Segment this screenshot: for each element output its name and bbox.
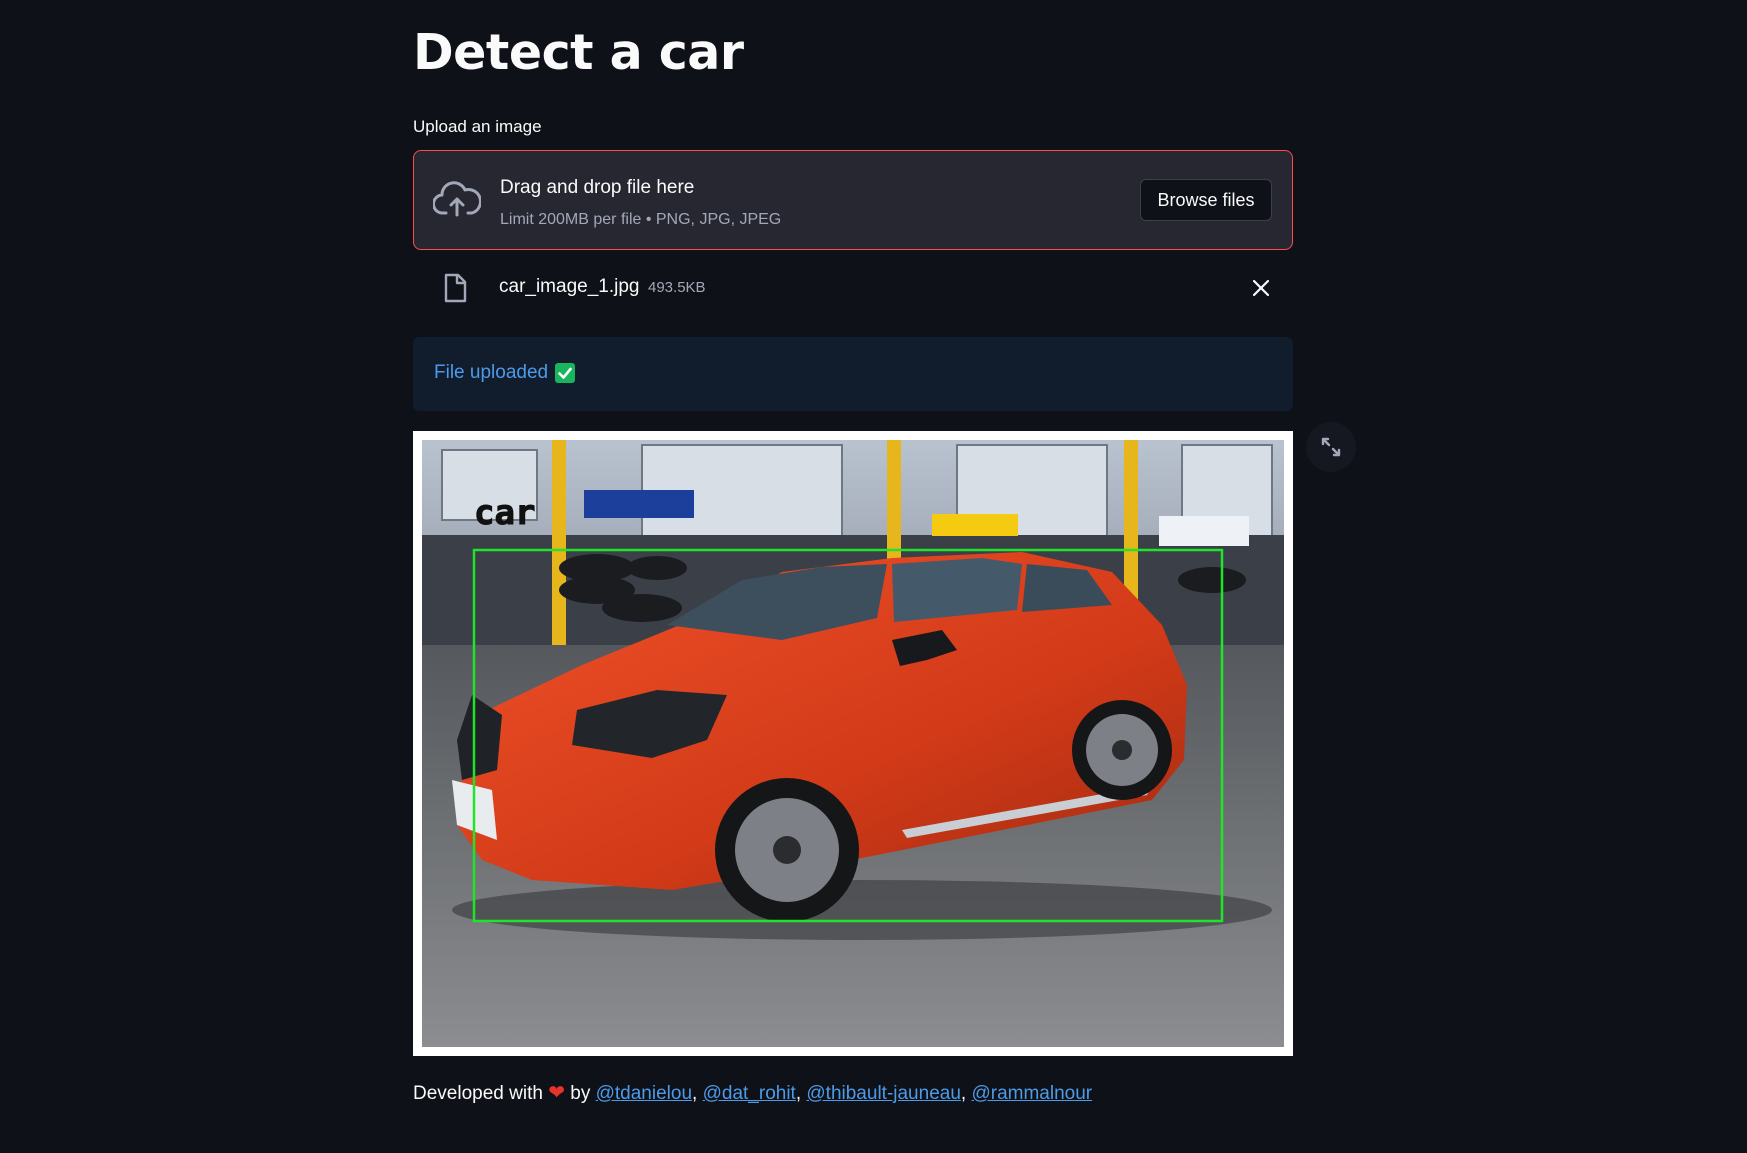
browse-files-button[interactable]: Browse files: [1140, 179, 1272, 221]
footer-separator: ,: [692, 1083, 698, 1104]
file-name: car_image_1.jpg: [499, 276, 640, 297]
footer-prefix: Developed with: [413, 1083, 543, 1104]
result-image: car: [413, 431, 1293, 1056]
file-dropzone[interactable]: Drag and drop file here Limit 200MB per …: [413, 150, 1293, 250]
footer-credits: Developed with ❤ by @tdanielou, @dat_roh…: [413, 1080, 1092, 1105]
uploaded-file-row: car_image_1.jpg 493.5KB: [413, 265, 1293, 310]
page-title: Detect a car: [413, 24, 744, 81]
alert-text: File uploaded: [434, 362, 549, 383]
expand-icon: [1321, 437, 1341, 457]
close-icon[interactable]: [1249, 276, 1273, 300]
author-link-rammalnour[interactable]: @rammalnour: [971, 1083, 1092, 1104]
file-size: 493.5KB: [648, 279, 706, 296]
upload-label: Upload an image: [413, 117, 542, 136]
cloud-upload-icon: [433, 181, 481, 217]
upload-success-alert: File uploaded: [413, 337, 1293, 411]
heart-icon: ❤: [548, 1082, 565, 1104]
file-icon: [444, 273, 467, 303]
detection-label: car: [474, 493, 535, 533]
footer-separator: ,: [960, 1083, 967, 1104]
car-photo: car: [422, 440, 1284, 1047]
fullscreen-button[interactable]: [1306, 422, 1356, 472]
author-link-thibault-jauneau[interactable]: @thibault-jauneau: [806, 1083, 961, 1104]
footer-by: by: [570, 1083, 591, 1104]
dropzone-limits: Limit 200MB per file • PNG, JPG, JPEG: [500, 211, 782, 228]
author-link-tdanielou[interactable]: @tdanielou: [596, 1083, 692, 1104]
author-link-dat-rohit[interactable]: @dat_rohit: [703, 1083, 796, 1104]
check-icon: [555, 363, 575, 383]
dropzone-instructions: Drag and drop file here: [500, 177, 695, 198]
footer-separator: ,: [795, 1083, 802, 1104]
